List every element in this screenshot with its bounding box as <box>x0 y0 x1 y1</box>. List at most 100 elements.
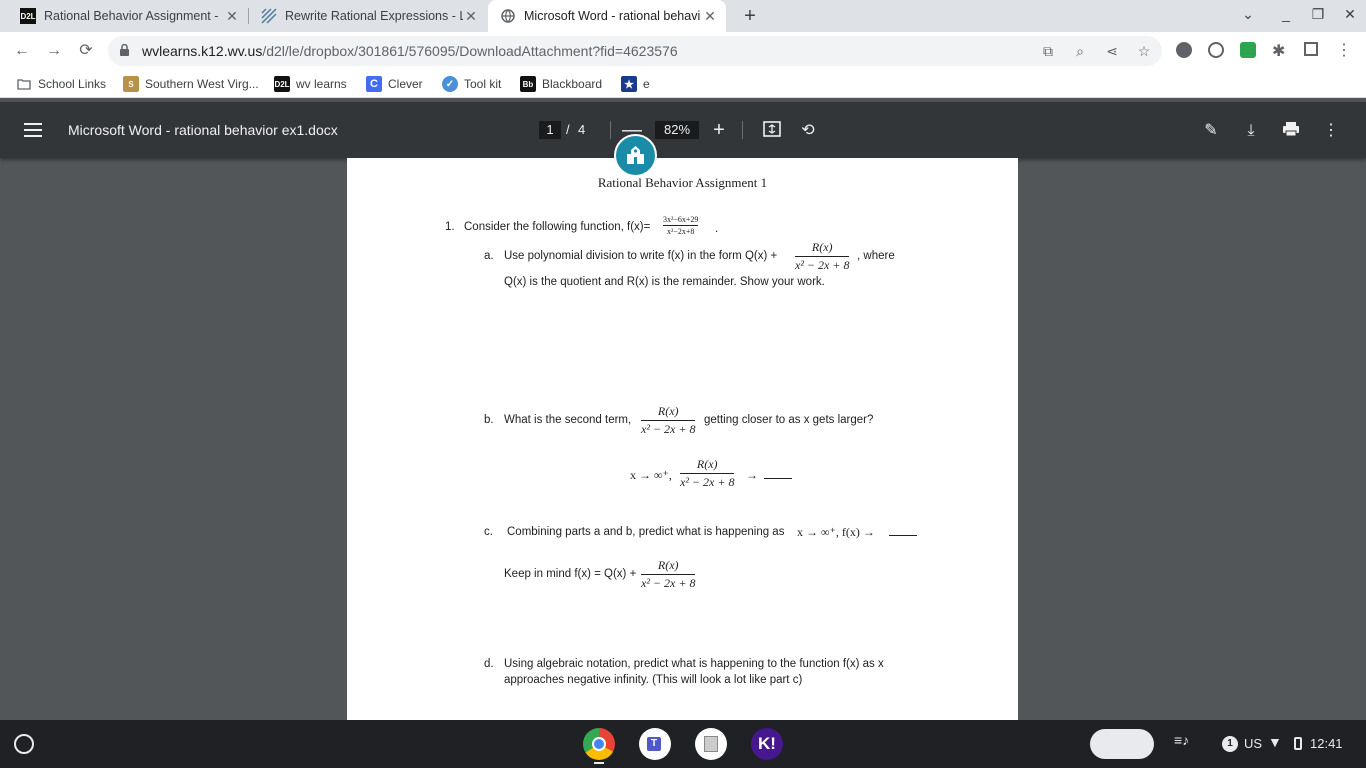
rotate-icon[interactable]: ⟲ <box>798 121 818 141</box>
blackboard-icon: Bb <box>520 76 536 92</box>
pdf-toolbar: Microsoft Word - rational behavior ex1.d… <box>0 102 1366 158</box>
bookmark-label: Tool kit <box>464 77 502 91</box>
tab-search-icon[interactable]: ⌄ <box>1238 6 1258 23</box>
kahoot-icon[interactable]: K! <box>751 728 783 760</box>
bookmark-school-links[interactable]: School Links <box>16 76 106 92</box>
share-icon[interactable]: ⋖ <box>1104 43 1120 59</box>
d2l-icon: D2L <box>274 76 290 92</box>
locale-indicator: US <box>1244 736 1263 751</box>
part-a-text-where: , where <box>857 250 895 262</box>
fraction-denominator: x² − 2x + 8 <box>641 422 696 436</box>
download-icon[interactable]: ⤓ <box>1241 121 1261 141</box>
reload-icon[interactable]: ⟳ <box>76 41 96 61</box>
tab-microsoft-word[interactable]: Microsoft Word - rational behavi ✕ <box>488 0 726 32</box>
lock-icon <box>120 44 129 56</box>
part-b-text: What is the second term, <box>504 414 632 426</box>
page-separator: / <box>566 122 570 137</box>
extension-icon[interactable] <box>1240 42 1256 58</box>
bookmark-star-icon[interactable]: ☆ <box>1136 43 1152 59</box>
part-d-text: Using algebraic notation, predict what i… <box>504 658 884 670</box>
tab-rewrite-rational[interactable]: Rewrite Rational Expressions - L ✕ <box>249 0 487 32</box>
close-icon[interactable]: ✕ <box>463 8 479 25</box>
answer-blank <box>764 470 792 482</box>
globe-icon <box>500 8 516 24</box>
forward-icon[interactable]: → <box>44 41 64 61</box>
media-controls-icon[interactable]: ≡♪ <box>1174 732 1189 748</box>
bookmarks-bar: School Links S Southern West Virg... D2L… <box>0 70 1366 98</box>
pdf-page: Rational Behavior Assignment 1 1. Consid… <box>347 158 1018 720</box>
extension-icon[interactable] <box>1176 42 1192 58</box>
close-icon[interactable]: ✕ <box>224 8 240 25</box>
school-building-icon[interactable] <box>614 134 657 177</box>
bookmark-label: Southern West Virg... <box>145 77 259 91</box>
window-close-icon[interactable]: ✕ <box>1340 6 1360 23</box>
fraction-denominator: x² − 2x + 8 <box>795 258 850 272</box>
restore-icon[interactable]: ❐ <box>1308 6 1328 23</box>
bookmark-clever[interactable]: C Clever <box>366 76 423 92</box>
fraction-numerator: R(x) <box>795 240 850 257</box>
zoom-in-button[interactable]: + <box>707 118 731 142</box>
tab-title: Rewrite Rational Expressions - L <box>285 9 463 23</box>
remainder-fraction: R(x) x² − 2x + 8 <box>641 558 696 591</box>
clever-icon: C <box>366 76 382 92</box>
part-b-text-2: getting closer to as x gets larger? <box>704 414 874 426</box>
bookmark-wv-learns[interactable]: D2L wv learns <box>274 76 347 92</box>
wifi-icon: ▼ <box>1268 734 1282 750</box>
toolkit-icon: ✓ <box>442 76 458 92</box>
minimize-icon[interactable]: _ <box>1276 6 1296 22</box>
tab-title: Microsoft Word - rational behavi <box>524 9 701 23</box>
puzzle-icon[interactable]: ✱ <box>1272 41 1285 61</box>
pencil-icon[interactable]: ✎ <box>1201 121 1221 141</box>
holding-space-icon[interactable] <box>1090 729 1154 759</box>
page-number-input[interactable]: 1 <box>539 121 561 139</box>
extension-icon[interactable] <box>1208 42 1224 58</box>
address-bar[interactable]: wvlearns.k12.wv.us/d2l/le/dropbox/301861… <box>108 36 1162 66</box>
fraction-numerator: 3x²−6x+29 <box>663 215 699 226</box>
menu-kebab-icon[interactable]: ⋮ <box>1336 40 1352 60</box>
part-label: a. <box>484 250 494 262</box>
bookmark-label: Clever <box>388 77 423 91</box>
part-a-text-2: Q(x) is the quotient and R(x) is the rem… <box>504 276 825 288</box>
answer-blank <box>889 527 917 539</box>
remainder-fraction: R(x) x² − 2x + 8 <box>641 404 696 437</box>
bookmark-label: e <box>643 77 650 91</box>
part-a-text: Use polynomial division to write f(x) in… <box>504 250 778 262</box>
chrome-icon[interactable] <box>583 728 615 760</box>
clock: 12:41 <box>1310 736 1343 751</box>
bookmark-label: wv learns <box>296 77 347 91</box>
zoom-level-input[interactable]: 82% <box>655 121 699 139</box>
browser-toolbar: ← → ⟳ wvlearns.k12.wv.us/d2l/le/dropbox/… <box>0 32 1366 70</box>
print-icon[interactable] <box>1281 121 1301 141</box>
function-fraction: 3x²−6x+29 x²−2x+8 <box>663 215 699 236</box>
divider <box>742 121 743 139</box>
folder-icon <box>16 76 32 92</box>
pdf-app-icon[interactable] <box>695 728 727 760</box>
new-tab-button[interactable]: + <box>738 4 762 28</box>
tab-rational-behavior[interactable]: D2L Rational Behavior Assignment - ✕ <box>8 0 248 32</box>
limit-expression: x → ∞⁺, <box>630 468 672 482</box>
lines-pattern-icon <box>261 8 277 24</box>
bookmark-southern-wv[interactable]: S Southern West Virg... <box>123 76 259 92</box>
status-area[interactable]: 1 US ▼ 12:41 <box>1210 726 1360 762</box>
back-icon[interactable]: ← <box>12 41 32 61</box>
tab-title: Rational Behavior Assignment - <box>44 9 219 23</box>
bookmark-e[interactable]: ★ e <box>621 76 650 92</box>
battery-icon <box>1294 737 1302 750</box>
zoom-icon[interactable]: ⌕ <box>1072 43 1088 59</box>
bookmark-tool-kit[interactable]: ✓ Tool kit <box>442 76 501 92</box>
part-d-text-2: approaches negative infinity. (This will… <box>504 674 803 686</box>
more-options-icon[interactable]: ⋮ <box>1321 121 1341 141</box>
question-text: Consider the following function, f(x)= <box>464 221 651 233</box>
close-icon[interactable]: ✕ <box>702 8 718 25</box>
hamburger-menu-icon[interactable] <box>24 123 42 137</box>
period: . <box>715 223 719 235</box>
bookmark-blackboard[interactable]: Bb Blackboard <box>520 76 602 92</box>
open-external-icon[interactable]: ⧉ <box>1040 43 1056 59</box>
launcher-icon[interactable] <box>14 734 34 754</box>
teams-icon[interactable]: T <box>639 728 671 760</box>
bookmark-label: School Links <box>38 77 107 91</box>
side-panel-icon[interactable] <box>1304 42 1318 56</box>
fit-page-icon[interactable] <box>762 121 782 141</box>
fraction-numerator: R(x) <box>680 457 735 474</box>
d2l-icon: D2L <box>20 8 36 24</box>
